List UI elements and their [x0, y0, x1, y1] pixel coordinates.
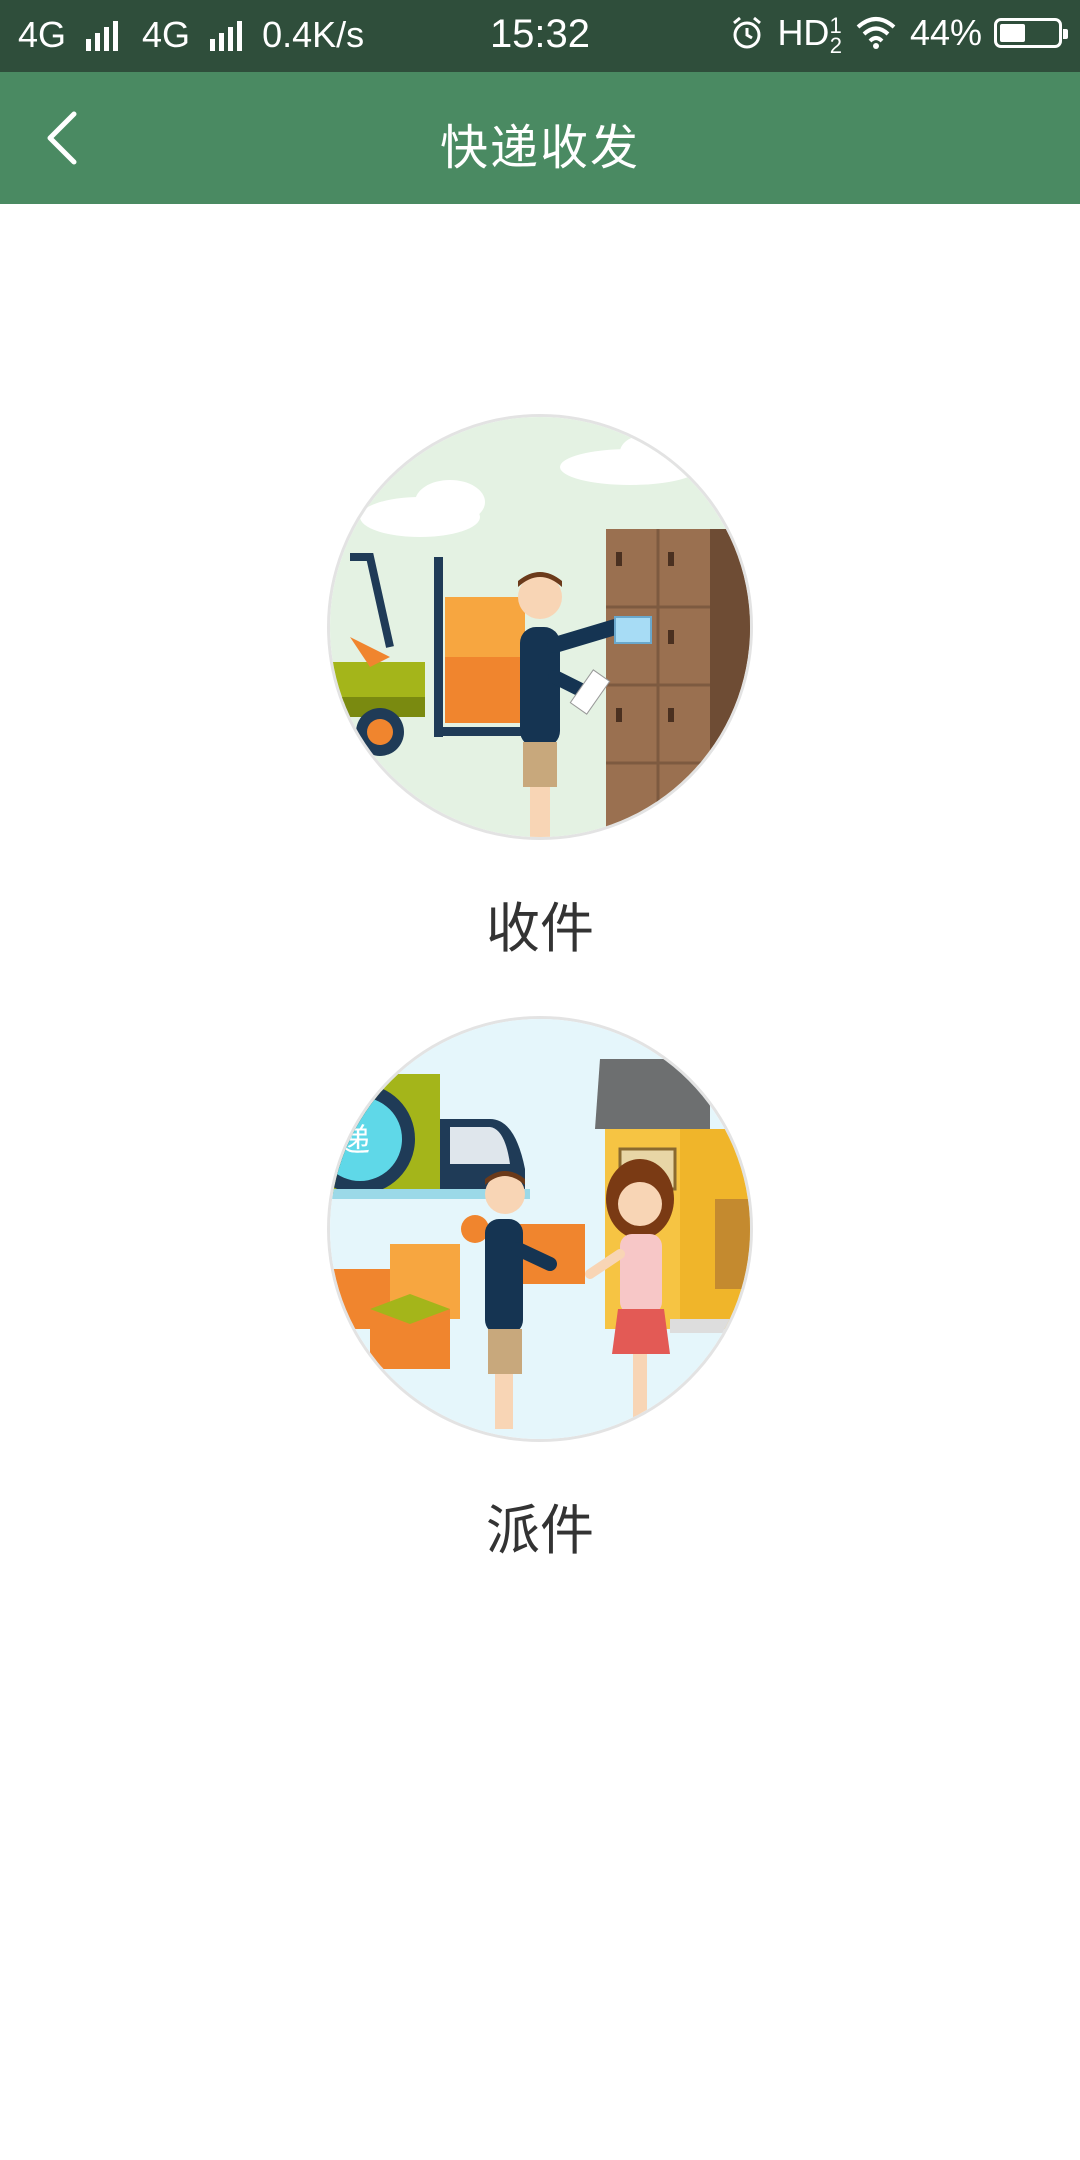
dispatch-label: 派件 — [486, 1501, 594, 1561]
svg-text:递: 递 — [338, 1121, 370, 1159]
status-right: HD12 44% — [729, 12, 1068, 58]
receive-illustration — [327, 414, 753, 840]
receive-option[interactable]: 收件 — [0, 414, 1080, 974]
dispatch-illustration: 递 — [327, 1016, 753, 1442]
battery-icon — [994, 18, 1068, 48]
battery-percent: 44% — [909, 12, 982, 53]
wifi-icon — [856, 17, 896, 49]
receive-label: 收件 — [486, 899, 594, 959]
app-bar: 快递收发 — [0, 72, 1080, 204]
hd-indicator: HD12 — [777, 12, 842, 58]
alarm-icon — [733, 16, 762, 49]
status-bar: 4G 4G 0.4K/s 15:32 HD12 44% — [0, 0, 1080, 72]
dispatch-option[interactable]: 递 派件 — [0, 1016, 1080, 1576]
page-title: 快递收发 — [439, 122, 640, 175]
